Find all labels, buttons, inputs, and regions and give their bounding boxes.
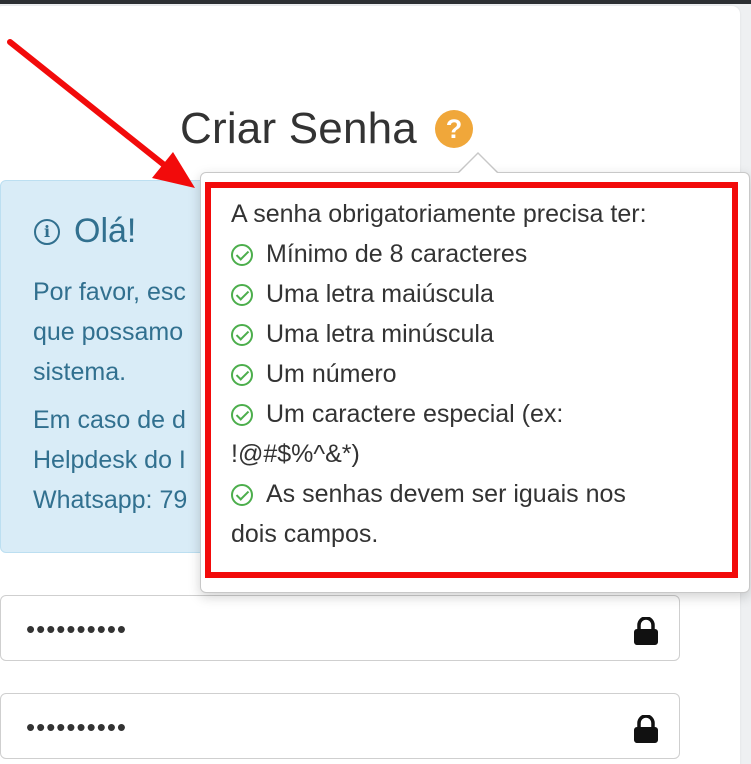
annotation-arrow-shaft: [7, 39, 171, 171]
annotation-arrow: [7, 39, 195, 188]
